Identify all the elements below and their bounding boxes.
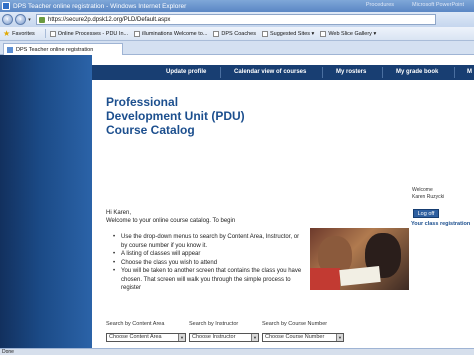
page-viewport: Update profile Calendar view of courses … [0, 55, 474, 348]
url-input[interactable]: https://secure2p.dpsk12.org/PLD/Default.… [36, 14, 436, 25]
history-dropdown-icon[interactable]: ▾ [26, 17, 33, 23]
instruction-item: A listing of classes will appear [113, 250, 303, 259]
chevron-down-icon: ▼ [336, 334, 343, 341]
favorite-link-online-processes[interactable]: Online Processes - PDU In... [49, 30, 129, 37]
page-icon [261, 30, 268, 37]
forward-button[interactable]: › [15, 14, 26, 25]
nav-divider [382, 67, 383, 78]
photo-shirt [310, 268, 340, 290]
favorite-link-illuminations[interactable]: illuminations Welcome to... [134, 30, 208, 37]
nav-divider [322, 67, 323, 78]
photo-paper [339, 265, 381, 287]
favorite-label: Web Slice Gallery ▾ [328, 30, 377, 37]
browser-tab-bar: DPS Teacher online registration [0, 41, 474, 55]
status-text: Done [2, 349, 14, 355]
page-icon [49, 30, 56, 37]
address-bar: ‹ › ▾ https://secure2p.dpsk12.org/PLD/De… [0, 12, 474, 27]
favorite-label: illuminations Welcome to... [142, 30, 208, 37]
search-number-label: Search by Course Number [262, 321, 328, 327]
nav-my-grade-book[interactable]: My grade book [396, 69, 438, 75]
instructor-select[interactable]: Choose Instructor ▼ [189, 333, 259, 342]
favorite-link-suggested-sites[interactable]: Suggested Sites ▾ [261, 30, 315, 37]
search-instructor-label: Search by Instructor [189, 321, 239, 327]
url-text: https://secure2p.dpsk12.org/PLD/Default.… [48, 16, 171, 23]
favorites-button[interactable]: Favorites [12, 31, 35, 37]
class-registration-link[interactable]: Your class registration [411, 221, 470, 227]
back-button[interactable]: ‹ [2, 14, 13, 25]
nav-divider [220, 67, 221, 78]
intro-text: Welcome to your online course catalog. T… [106, 218, 236, 224]
page-icon [213, 30, 220, 37]
content-area-select[interactable]: Choose Content Area ▼ [106, 333, 186, 342]
course-number-value: Choose Course Number [265, 334, 325, 340]
favorite-link-dps-coaches[interactable]: DPS Coaches [213, 30, 256, 37]
greeting-name: Hi Karen, [106, 210, 132, 216]
secure-site-icon [39, 16, 45, 23]
chevron-down-icon: ▼ [251, 334, 258, 341]
favorite-label: Online Processes - PDU In... [57, 30, 129, 37]
favorite-label: DPS Coaches [221, 30, 256, 37]
nav-my-rosters[interactable]: My rosters [336, 69, 366, 75]
nav-divider [454, 67, 455, 78]
teacher-student-photo [310, 228, 409, 290]
taskbar-tabs: Procedures Microsoft PowerPoint [366, 2, 464, 8]
favorite-label: Suggested Sites ▾ [269, 30, 315, 37]
page-title-line: Course Catalog [106, 123, 195, 137]
taskbar-tab-procedures[interactable]: Procedures [366, 2, 394, 8]
search-content-label: Search by Content Area [106, 321, 165, 327]
page-title-line: Development Unit (PDU) [106, 109, 245, 123]
welcome-label: Welcome [412, 187, 433, 193]
course-number-select[interactable]: Choose Course Number ▼ [262, 333, 344, 342]
favorites-bar: ★ Favorites Online Processes - PDU In...… [0, 27, 474, 41]
logoff-button[interactable]: Log off [413, 209, 439, 218]
content-area-value: Choose Content Area [109, 334, 162, 340]
instructions-list: Use the drop-down menus to search by Con… [113, 233, 303, 293]
nav-more[interactable]: M [467, 69, 472, 75]
favorite-link-web-slice-gallery[interactable]: Web Slice Gallery ▾ [320, 30, 377, 37]
browser-tab-label: DPS Teacher online registration [16, 46, 94, 53]
page-icon [320, 30, 327, 37]
status-bar: Done [0, 348, 474, 355]
browser-tab-active[interactable]: DPS Teacher online registration [3, 43, 123, 55]
favorites-star-icon[interactable]: ★ [3, 29, 10, 38]
greeting: Hi Karen, Welcome to your online course … [106, 209, 235, 225]
user-welcome: Welcome Karen Ruzycki [412, 187, 444, 201]
page-icon [7, 46, 13, 53]
instructor-value: Choose Instructor [192, 334, 236, 340]
taskbar-tab-powerpoint[interactable]: Microsoft PowerPoint [412, 2, 464, 8]
instruction-item: Choose the class you wish to attend [113, 259, 303, 268]
window-title: DPS Teacher online registration - Window… [13, 2, 187, 10]
page-title-line: Professional [106, 95, 179, 109]
internet-explorer-icon [2, 2, 10, 10]
instruction-item: You will be taken to another screen that… [113, 267, 303, 293]
nav-update-profile[interactable]: Update profile [166, 69, 206, 75]
right-sidebar [410, 55, 474, 348]
chevron-down-icon: ▼ [178, 334, 185, 341]
user-name: Karen Ruzycki [412, 194, 445, 200]
nav-calendar-view[interactable]: Calendar view of courses [234, 69, 306, 75]
page-icon [134, 30, 141, 37]
top-navigation: Update profile Calendar view of courses … [92, 65, 474, 80]
favorites-separator [44, 29, 46, 38]
instruction-item: Use the drop-down menus to search by Con… [113, 233, 303, 250]
window-title-bar: DPS Teacher online registration - Window… [0, 0, 474, 12]
page-title: Professional Development Unit (PDU) Cour… [106, 95, 245, 137]
